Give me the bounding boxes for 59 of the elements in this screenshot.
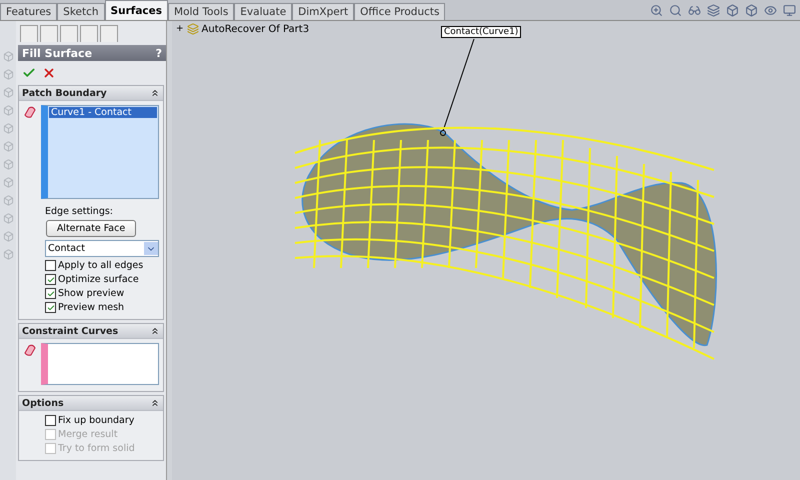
tool-icon[interactable] [2,105,14,116]
checkbox[interactable]: Apply to all edges [45,260,159,271]
tool-icon[interactable] [2,123,14,134]
panel-tab[interactable] [40,25,58,42]
checkbox[interactable]: Show preview [45,288,159,299]
surface-face-icon [23,343,37,357]
tool-icon[interactable] [2,159,14,170]
tool-icon[interactable] [2,51,14,62]
cube-icon[interactable] [745,4,758,16]
tool-icon[interactable] [2,231,14,242]
edge-settings-label: Edge settings: [44,206,114,217]
checkbox[interactable]: Preview mesh [45,302,159,313]
section-title: Patch Boundary [22,88,107,98]
tab[interactable]: Office Products [354,3,446,20]
checkbox[interactable]: Fix up boundary [45,415,159,426]
eye-icon[interactable] [764,4,777,16]
expand-toggle[interactable]: + [176,24,184,34]
panel-title: Fill Surface [22,46,92,60]
ok-icon[interactable] [22,66,36,80]
tree-item[interactable]: AutoRecover Of Part3 [202,24,310,34]
section-title: Constraint Curves [22,326,118,336]
collapse-icon[interactable] [150,88,160,98]
tab[interactable]: Features [0,3,58,20]
dropdown[interactable]: Contact [45,240,159,257]
tab[interactable]: Surfaces [104,0,168,20]
tool-icon[interactable] [2,141,14,152]
tab[interactable]: Evaluate [234,3,292,20]
alternate-face-button[interactable]: Alternate Face [46,220,136,237]
layers-icon[interactable] [707,4,720,16]
tool-icon[interactable] [2,177,14,188]
list-box[interactable] [41,343,159,385]
tool-icon[interactable] [2,69,14,80]
tool-icon[interactable] [2,87,14,98]
collapse-icon[interactable] [150,398,160,408]
surface-face-icon [23,105,37,119]
part-icon [186,23,199,35]
search-icon[interactable] [669,4,682,16]
tool-icon[interactable] [2,195,14,206]
section-title: Options [22,398,64,408]
panel-tab[interactable] [60,25,78,42]
cancel-icon[interactable] [42,66,56,80]
panel-tab[interactable] [100,25,118,42]
checkbox[interactable]: Optimize surface [45,274,159,285]
help-button[interactable]: ? [156,46,162,60]
collapse-icon[interactable] [150,326,160,336]
tab[interactable]: Sketch [57,3,105,20]
panel-tab[interactable] [20,25,38,42]
list-box[interactable]: Curve1 - Contact [41,105,159,199]
tool-icon[interactable] [2,213,14,224]
list-item[interactable]: Curve1 - Contact [49,107,157,118]
tool-icon[interactable] [2,249,14,260]
zoom-icon[interactable] [650,4,663,16]
callout-label: Contact(Curve1) [441,26,522,38]
tab[interactable]: DimXpert [292,3,354,20]
cube-icon[interactable] [726,4,739,16]
panel-tab[interactable] [80,25,98,42]
monitor-icon[interactable] [783,4,796,16]
glasses-icon[interactable] [688,4,701,16]
tab[interactable]: Mold Tools [168,3,234,20]
